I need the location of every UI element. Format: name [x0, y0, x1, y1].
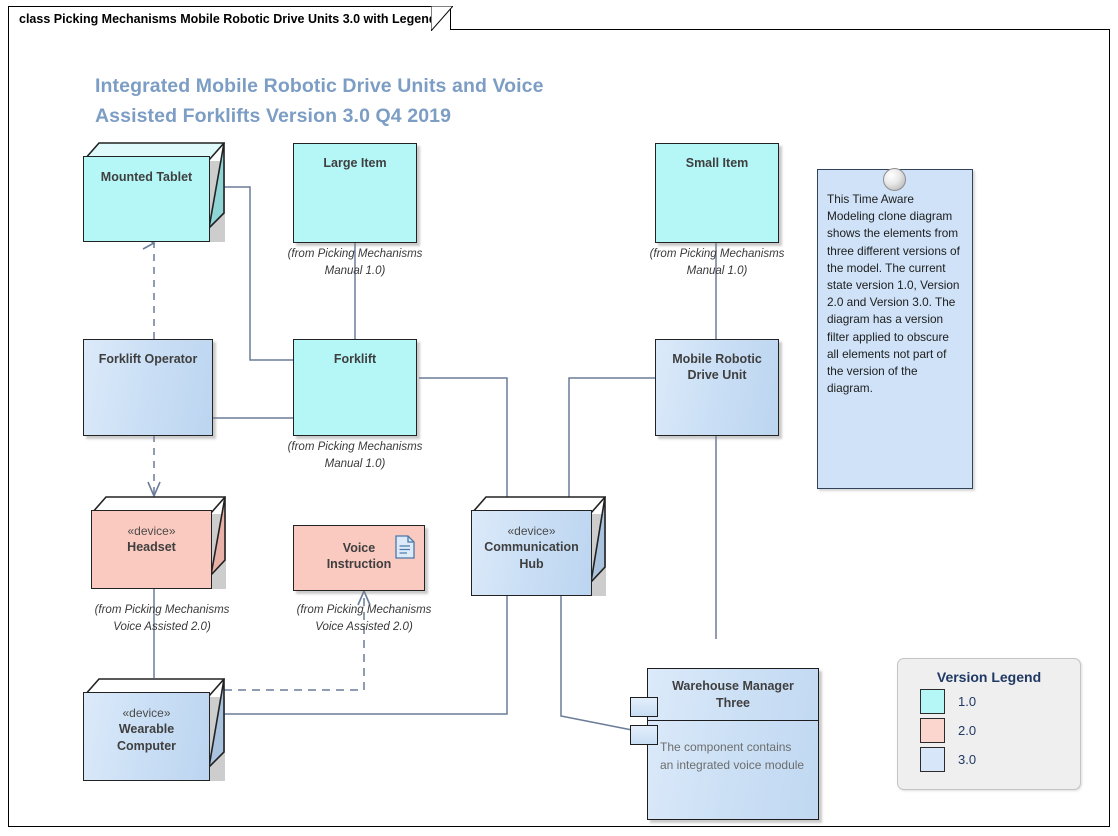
diagram-canvas: Integrated Mobile Robotic Drive Units an… — [8, 29, 1110, 827]
diagram-canvas-root: class Picking Mechanisms Mobile Robotic … — [0, 0, 1118, 836]
legend-swatch-3-0 — [920, 747, 945, 772]
node-body: Mounted Tablet — [83, 156, 210, 242]
node-warehouse-manager-three[interactable]: Warehouse Manager Three The component co… — [630, 668, 819, 820]
node-label: Forklift — [333, 352, 377, 366]
node-label: Wearable Computer — [116, 722, 177, 753]
diagram-tab-label: class Picking Mechanisms Mobile Robotic … — [19, 11, 437, 26]
caption-voice-instruction: (from Picking Mechanisms Voice Assisted … — [296, 604, 432, 633]
node-body: «device» Headset — [91, 510, 212, 589]
node-body: «device» Communication Hub — [471, 510, 592, 596]
legend-label-1-0: 1.0 — [958, 694, 977, 709]
node-wearable-computer[interactable]: «device» Wearable Computer — [83, 678, 225, 781]
legend-item-2: 2.0 — [920, 718, 1080, 743]
caption-small-item: (from Picking Mechanisms Manual 1.0) — [649, 248, 785, 277]
caption-large-item: (from Picking Mechanisms Manual 1.0) — [287, 248, 423, 277]
document-icon — [395, 535, 415, 559]
node-stereotype: «device» — [122, 706, 171, 720]
node-label: Forklift Operator — [98, 352, 198, 366]
legend-title: Version Legend — [936, 669, 1042, 685]
legend-item-1: 1.0 — [920, 689, 1080, 714]
node-label: Mounted Tablet — [100, 170, 193, 184]
connector-mounted-tablet-to-forklift — [221, 186, 293, 361]
legend-label-3-0: 3.0 — [958, 752, 977, 767]
component-title: Warehouse Manager Three — [648, 669, 818, 721]
connector-wearable-computer-to-communication-hub — [224, 581, 508, 715]
node-label: Communication Hub — [484, 540, 579, 571]
legend-item-3: 3.0 — [920, 747, 1080, 772]
node-forklift-operator[interactable]: Forklift Operator — [83, 339, 213, 436]
diagram-note[interactable]: This Time Aware Modeling clone diagram s… — [817, 169, 973, 489]
component-port-bottom — [630, 725, 658, 745]
caption-forklift: (from Picking Mechanisms Manual 1.0) — [287, 441, 423, 470]
caption-headset: (from Picking Mechanisms Voice Assisted … — [94, 604, 230, 633]
component-body: The component contains an integrated voi… — [660, 740, 805, 772]
note-pin-icon — [883, 168, 906, 191]
node-headset[interactable]: «device» Headset — [91, 496, 226, 589]
connector-mobile-robotic-drive-unit-to-communication-hub — [568, 377, 655, 502]
node-mounted-tablet[interactable]: Mounted Tablet — [83, 142, 225, 242]
node-label: Mobile Robotic Drive Unit — [672, 352, 762, 382]
node-label: Voice Instruction — [326, 541, 392, 571]
legend-swatch-1-0 — [920, 689, 945, 714]
node-body: «device» Wearable Computer — [83, 692, 210, 781]
diagram-tab-slant — [431, 6, 453, 31]
node-stereotype: «device» — [127, 524, 176, 538]
connector-communication-hub-to-warehouse-manager — [560, 581, 633, 731]
node-stereotype: «device» — [507, 524, 556, 538]
node-forklift[interactable]: Forklift — [293, 339, 417, 436]
node-label: Small Item — [685, 156, 749, 170]
page-title: Integrated Mobile Robotic Drive Units an… — [95, 71, 655, 131]
node-label: Headset — [127, 540, 176, 554]
connector-forklift-operator-to-headset — [147, 435, 161, 499]
node-label: Large Item — [323, 156, 387, 170]
version-legend[interactable]: Version Legend 1.0 2.0 3.0 — [897, 658, 1081, 790]
component-port-top — [630, 697, 658, 717]
legend-swatch-2-0 — [920, 718, 945, 743]
node-small-item[interactable]: Small Item — [655, 143, 779, 243]
node-communication-hub[interactable]: «device» Communication Hub — [471, 496, 606, 596]
node-mobile-robotic-drive-unit[interactable]: Mobile Robotic Drive Unit — [655, 339, 779, 436]
page-title-line2: Assisted Forklifts Version 3.0 Q4 2019 — [95, 105, 452, 127]
page-title-line1: Integrated Mobile Robotic Drive Units an… — [95, 75, 544, 97]
node-voice-instruction[interactable]: Voice Instruction — [293, 525, 425, 591]
diagram-note-text: This Time Aware Modeling clone diagram s… — [827, 192, 960, 396]
connector-forklift-to-communication-hub — [419, 377, 508, 502]
node-large-item[interactable]: Large Item — [293, 143, 417, 243]
legend-label-2-0: 2.0 — [958, 723, 977, 738]
diagram-tab[interactable]: class Picking Mechanisms Mobile Robotic … — [8, 6, 452, 30]
